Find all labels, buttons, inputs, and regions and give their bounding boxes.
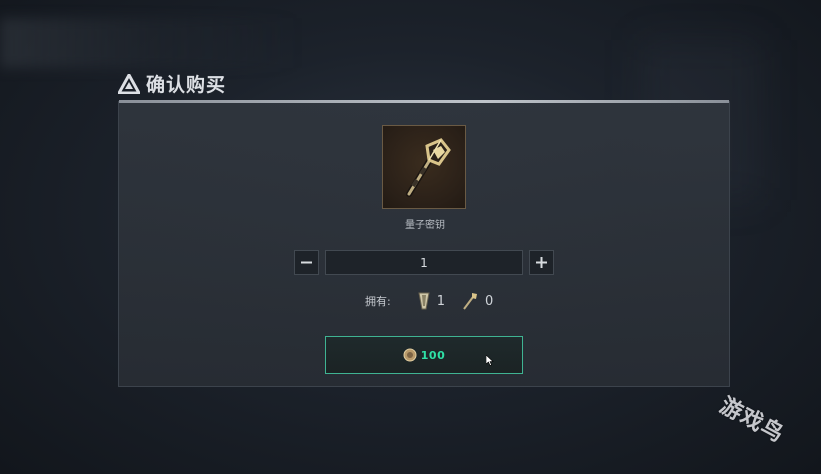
quantity-input[interactable] [325, 250, 523, 275]
plus-icon [536, 257, 547, 268]
increase-quantity-button[interactable] [529, 250, 554, 275]
decrease-quantity-button[interactable] [294, 250, 319, 275]
mouse-cursor-icon [485, 351, 494, 370]
price-value: 100 [420, 348, 446, 362]
purchase-dialog: 量子密钥 拥有: 1 0 [118, 100, 730, 387]
owned-label: 拥有: [365, 295, 391, 308]
owned-key-count: 0 [485, 293, 494, 309]
watermark-text: 游戏鸟 [715, 393, 789, 448]
minus-icon [301, 261, 312, 264]
quantum-key-icon [406, 138, 451, 197]
owned-shard-count: 1 [436, 293, 445, 309]
quantity-stepper [294, 250, 554, 275]
item-image-frame [382, 125, 466, 209]
owned-key-icon [463, 293, 477, 310]
dialog-top-line [119, 100, 729, 103]
dialog-title: 确认购买 [146, 74, 227, 96]
quantum-shard-icon [418, 292, 430, 310]
dialog-title-bar: 确认购买 [118, 70, 226, 97]
warning-triangle-icon [118, 73, 140, 94]
coin-icon [403, 348, 417, 362]
owned-items: 拥有: 1 0 [365, 291, 503, 311]
background-blur-left [0, 18, 300, 68]
item-name: 量子密钥 [405, 220, 445, 231]
